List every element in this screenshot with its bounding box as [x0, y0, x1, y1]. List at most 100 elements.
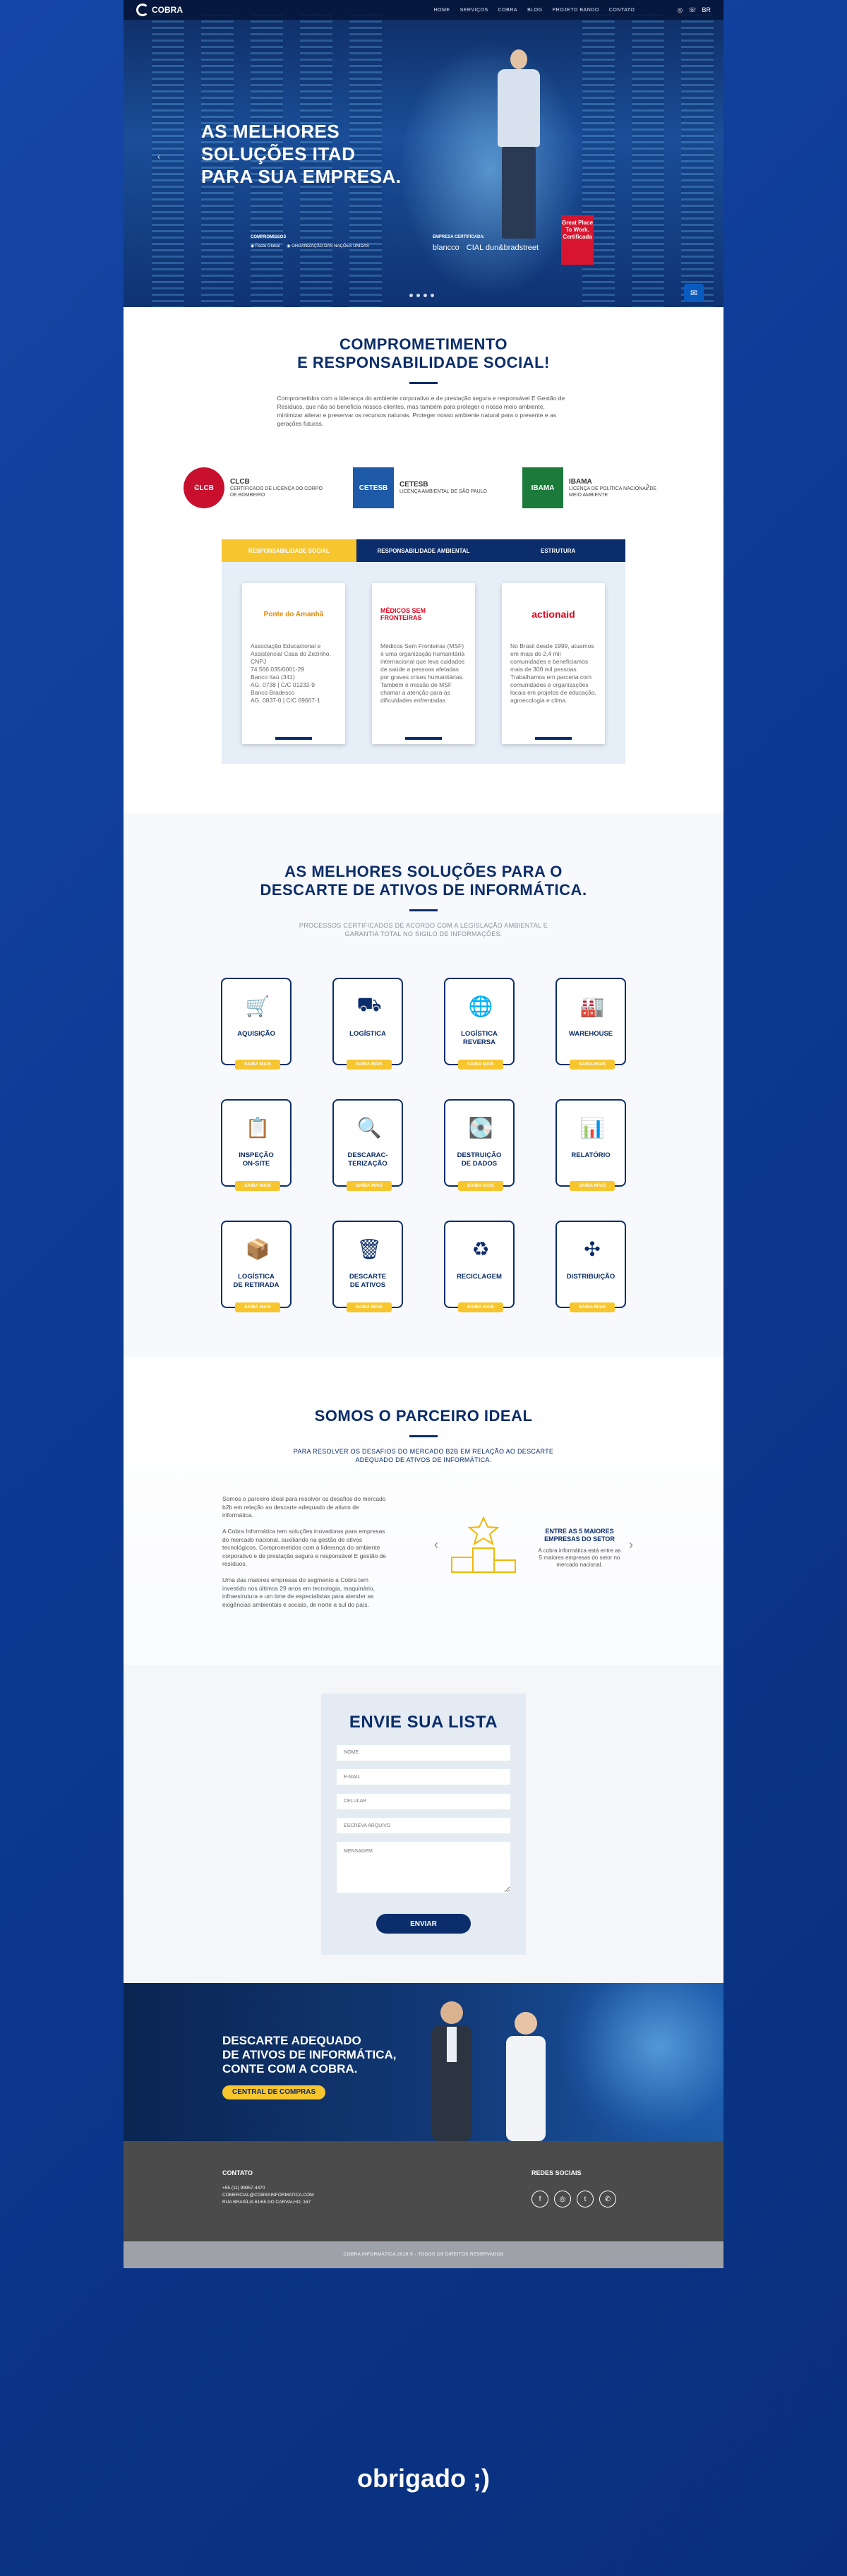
box-pin-icon: 📦: [245, 1238, 270, 1260]
twitter-icon[interactable]: t: [577, 2191, 594, 2207]
chevron-left-icon[interactable]: ‹: [194, 479, 198, 493]
file-field[interactable]: [337, 1818, 510, 1833]
chat-icon[interactable]: ✉: [684, 284, 704, 302]
message-field[interactable]: [337, 1842, 510, 1893]
recycle-icon: ♻: [471, 1238, 490, 1260]
charity-cards: Ponte do Amanhã Associação Educacional e…: [222, 562, 625, 764]
charity-card[interactable]: MÉDICOS SEM FRONTEIRAS Médicos Sem Front…: [372, 583, 475, 744]
charity-text: Associação Educacional e Assistencial Ca…: [251, 642, 331, 704]
certificates: ‹ CLCB CLCB CERTIFICADO DE LICENÇA DO COR…: [124, 463, 723, 513]
tab-social[interactable]: RESPONSABILIDADE SOCIAL: [222, 539, 356, 562]
charity-card[interactable]: actionaid No Brasil desde 1999, atuamos …: [502, 583, 605, 744]
site-mockup: COBRA HOME SERVIÇOS COBRA BLOG PROJETO B…: [124, 0, 723, 2268]
more-button[interactable]: SAIBA MAIS: [347, 1302, 392, 1312]
nav-services[interactable]: SERVIÇOS: [460, 8, 488, 13]
chevron-left-icon[interactable]: ‹: [157, 152, 160, 162]
service-label: AQUISIÇÃO: [237, 1030, 275, 1038]
more-button[interactable]: SAIBA MAIS: [235, 1060, 280, 1070]
global-pact-logo: ◉ Pacto Global: [251, 244, 280, 248]
chevron-left-icon[interactable]: ‹: [434, 1538, 438, 1552]
server-rack: [681, 14, 714, 307]
language-select[interactable]: BR: [702, 6, 711, 14]
service-label: RELATÓRIO: [571, 1151, 611, 1159]
navbar: COBRA HOME SERVIÇOS COBRA BLOG PROJETO B…: [124, 0, 723, 20]
phone-field[interactable]: [337, 1793, 510, 1809]
nav-home[interactable]: HOME: [434, 8, 450, 13]
nav-contact[interactable]: CONTATO: [609, 8, 635, 13]
tab-structure[interactable]: ESTRUTURA: [491, 539, 626, 562]
un-logo: ◉ ORGANIZAÇÃO DAS NAÇÕES UNIDAS: [287, 244, 369, 248]
network-graphic: [561, 1983, 723, 2141]
chevron-right-icon[interactable]: ›: [629, 1538, 633, 1552]
send-button[interactable]: ENVIAR: [376, 1914, 471, 1934]
instagram-icon[interactable]: ◎: [554, 2191, 571, 2207]
more-button[interactable]: SAIBA MAIS: [458, 1181, 503, 1191]
more-button[interactable]: SAIBA MAIS: [570, 1060, 615, 1070]
service-card[interactable]: ⛟ LOGÍSTICA SAIBA MAIS: [332, 978, 403, 1070]
more-button[interactable]: SAIBA MAIS: [458, 1302, 503, 1312]
charity-logo: actionaid: [531, 609, 575, 620]
more-button[interactable]: SAIBA MAIS: [458, 1060, 503, 1070]
more-button[interactable]: SAIBA MAIS: [570, 1181, 615, 1191]
service-card[interactable]: 🗑 DESCARTE DE ATIVOS SAIBA MAIS: [332, 1221, 403, 1312]
server-rack: [152, 14, 184, 307]
service-card[interactable]: ✣ DISTRIBUIÇÃO SAIBA MAIS: [555, 1221, 626, 1312]
partner-title: SOMOS O PARCEIRO IDEAL: [314, 1407, 533, 1425]
solutions-subtitle: PROCESSOS CERTIFICADOS DE ACORDO COM A L…: [299, 922, 548, 937]
partner-section: SOMOS O PARCEIRO IDEAL PARA RESOLVER OS …: [124, 1358, 723, 1665]
service-card[interactable]: 📊 RELATÓRIO SAIBA MAIS: [555, 1099, 626, 1191]
central-button[interactable]: CENTRAL DE COMPRAS: [222, 2085, 326, 2099]
service-label: WAREHOUSE: [568, 1030, 613, 1038]
email-field[interactable]: [337, 1769, 510, 1785]
service-label: INSPEÇÃO ON-SITE: [239, 1151, 274, 1168]
certified-label: EMPRESA CERTIFICADA:: [432, 235, 485, 239]
service-card[interactable]: 🏭 WAREHOUSE SAIBA MAIS: [555, 978, 626, 1070]
cert-clcb: CLCB CLCB CERTIFICADO DE LICENÇA DO CORPO…: [184, 463, 325, 513]
more-button[interactable]: SAIBA MAIS: [235, 1181, 280, 1191]
nav-project[interactable]: PROJETO BANDO: [553, 8, 599, 13]
businessman-image: [432, 2001, 471, 2141]
partner-text: Somos o parceiro ideal para resolver os …: [222, 1495, 387, 1608]
name-field[interactable]: [337, 1744, 510, 1761]
services-grid: 🛒 AQUISIÇÃO SAIBA MAIS ⛟ LOGÍSTICA SAIBA MAIS…: [124, 978, 723, 1312]
nav-blog[interactable]: BLOG: [527, 8, 542, 13]
service-card[interactable]: 🔍 DESCARAC- TERIZAÇÃO SAIBA MAIS: [332, 1099, 403, 1191]
list-form-section: ENVIE SUA LISTA ENVIAR: [124, 1665, 723, 1983]
logo-icon: [136, 4, 149, 16]
service-card[interactable]: 📦 LOGÍSTICA DE RETIRADA SAIBA MAIS: [221, 1221, 292, 1312]
banner-text: DESCARTE ADEQUADO DE ATIVOS DE INFORMÁTI…: [222, 2034, 397, 2075]
service-card[interactable]: 📋 INSPEÇÃO ON-SITE SAIBA MAIS: [221, 1099, 292, 1191]
whatsapp-icon[interactable]: ◎: [677, 6, 683, 14]
more-button[interactable]: SAIBA MAIS: [235, 1302, 280, 1312]
nav-cobra[interactable]: COBRA: [498, 8, 517, 13]
whatsapp-icon[interactable]: ✆: [599, 2191, 616, 2207]
clipboard-check-icon: 📋: [245, 1116, 270, 1139]
contact-text: +55 (11) 99957-4470 COMERCIAL@COBRAINFOR…: [222, 2186, 314, 2205]
more-button[interactable]: SAIBA MAIS: [570, 1302, 615, 1312]
nav-icons: ◎ ☏ BR: [677, 6, 711, 14]
facebook-icon[interactable]: f: [531, 2191, 548, 2207]
carousel-dots[interactable]: [409, 294, 434, 297]
more-button[interactable]: SAIBA MAIS: [347, 1181, 392, 1191]
charity-text: No Brasil desde 1999, atuamos em mais de…: [510, 642, 596, 704]
commitment-text: Comprometidos com a liderança do ambient…: [277, 395, 565, 427]
chevron-right-icon[interactable]: ›: [646, 479, 650, 493]
more-button[interactable]: SAIBA MAIS: [347, 1060, 392, 1070]
service-label: DESTRUIÇÃO DE DADOS: [457, 1151, 502, 1168]
service-card[interactable]: ♻ RECICLAGEM SAIBA MAIS: [444, 1221, 515, 1312]
commitment-title: COMPROMETIMENTO E RESPONSABILIDADE SOCIAL…: [297, 335, 550, 371]
service-label: RECICLAGEM: [457, 1273, 502, 1281]
partner-highlight: ‹ ENTRE AS 5 MAIORES EMPRESAS DO SETOR A…: [434, 1495, 639, 1594]
charity-card[interactable]: Ponte do Amanhã Associação Educacional e…: [242, 583, 345, 744]
service-card[interactable]: 💽 DESTRUIÇÃO DE DADOS SAIBA MAIS: [444, 1099, 515, 1191]
blancco-logo: blancco: [432, 244, 459, 252]
divider: [409, 909, 438, 911]
service-label: LOGÍSTICA REVERSA: [461, 1030, 498, 1046]
brand-logo[interactable]: COBRA: [136, 4, 183, 16]
phone-icon[interactable]: ☏: [688, 6, 696, 14]
service-card[interactable]: 🛒 AQUISIÇÃO SAIBA MAIS: [221, 978, 292, 1070]
report-icon: 📊: [579, 1116, 605, 1139]
tab-environmental[interactable]: RESPONSABILIDADE AMBIENTAL: [356, 539, 491, 562]
service-card[interactable]: 🌐 LOGÍSTICA REVERSA SAIBA MAIS: [444, 978, 515, 1070]
hard-drive-icon: 💽: [468, 1116, 493, 1139]
